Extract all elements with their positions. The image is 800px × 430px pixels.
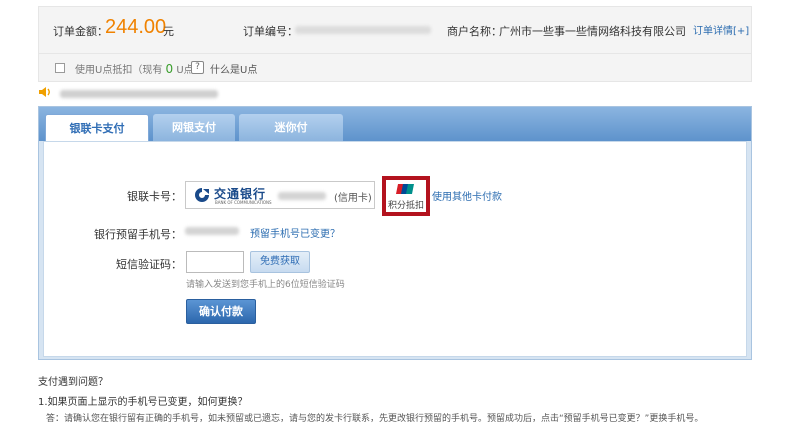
help-question-1: 1.如果页面上显示的手机号已变更，如何更换？ bbox=[38, 397, 248, 408]
reserved-phone-label: 银行预留手机号： bbox=[94, 228, 182, 241]
help-title: 支付遇到问题？ bbox=[38, 377, 108, 388]
tab-mini-pay[interactable]: 迷你付 bbox=[239, 114, 343, 141]
sms-code-input[interactable] bbox=[186, 251, 244, 273]
help-answer-1: 答：请确认您在银行留有正确的手机号，如未预留或已遗忘，请与您的发卡行联系，先更改… bbox=[46, 414, 704, 424]
confirm-payment-button[interactable]: 确认付款 bbox=[186, 299, 256, 324]
bank-name-en: BANK OF COMMUNICATIONS bbox=[215, 200, 272, 205]
notice-redacted bbox=[60, 90, 218, 98]
card-selector[interactable]: 交通银行 BANK OF COMMUNICATIONS (信用卡) bbox=[185, 181, 375, 209]
upoint-label-prefix: 使用U点抵扣（现有 bbox=[75, 65, 163, 76]
amount-label: 订单金额： bbox=[53, 25, 108, 38]
reserved-phone-redacted bbox=[185, 227, 239, 235]
payment-tabs-panel: 银联卡支付 网银支付 迷你付 银联卡号： 交通银行 BANK OF COMMUN… bbox=[38, 106, 752, 360]
sms-hint: 请输入发送到您手机上的6位短信验证码 bbox=[186, 280, 345, 290]
card-number-label: 银联卡号： bbox=[127, 190, 182, 203]
order-summary-bar: 订单金额： 244.00 元 订单编号： 商户名称： 广州市一些事一些情网络科技… bbox=[38, 6, 752, 54]
use-other-card-link[interactable]: 使用其他卡付款 bbox=[432, 188, 502, 203]
card-payment-form: 银联卡号： 交通银行 BANK OF COMMUNICATIONS (信用卡) … bbox=[43, 141, 747, 357]
unionpay-icon bbox=[396, 184, 414, 194]
what-is-upoint-link[interactable]: 什么是U点 bbox=[210, 61, 257, 76]
order-detail-link[interactable]: 订单详情[+] bbox=[693, 22, 749, 37]
order-number-label: 订单编号： bbox=[243, 25, 298, 38]
upoint-label: 使用U点抵扣（现有 0 U点） bbox=[75, 61, 204, 76]
amount-unit: 元 bbox=[163, 25, 174, 38]
order-number-redacted bbox=[295, 26, 431, 34]
card-type: (信用卡) bbox=[334, 193, 372, 204]
tab-unionpay-card[interactable]: 银联卡支付 bbox=[45, 114, 149, 141]
sms-code-label: 短信验证码： bbox=[116, 258, 182, 271]
get-sms-code-button[interactable]: 免费获取 bbox=[250, 251, 310, 273]
help-icon[interactable]: ? bbox=[191, 61, 204, 74]
bank-logo-icon bbox=[195, 188, 209, 202]
upoint-checkbox[interactable] bbox=[55, 63, 65, 73]
upoint-bar: 使用U点抵扣（现有 0 U点） ? 什么是U点 bbox=[38, 54, 752, 82]
tab-online-banking[interactable]: 网银支付 bbox=[153, 114, 235, 141]
tab-strip: 银联卡支付 网银支付 迷你付 bbox=[39, 107, 751, 141]
amount-value: 244.00 bbox=[105, 16, 167, 38]
speaker-icon bbox=[39, 87, 50, 97]
points-deduction-button[interactable]: 积分抵扣 bbox=[382, 176, 430, 216]
phone-changed-link[interactable]: 预留手机号已变更？ bbox=[250, 225, 340, 240]
merchant-name: 广州市一些事一些情网络科技有限公司 bbox=[499, 25, 686, 38]
upoint-count: 0 bbox=[165, 62, 174, 76]
card-number-redacted bbox=[278, 192, 326, 200]
merchant-label: 商户名称： bbox=[447, 25, 502, 38]
points-deduction-label: 积分抵扣 bbox=[387, 201, 424, 211]
